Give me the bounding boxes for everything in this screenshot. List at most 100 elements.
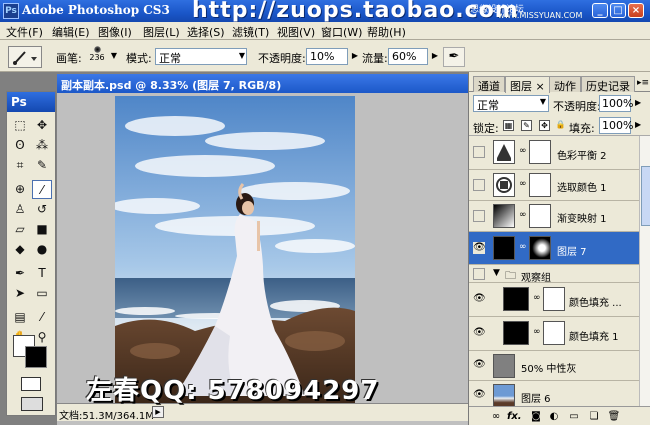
lock-pixels-icon[interactable]: ✎ bbox=[521, 120, 532, 131]
flow-dropdown-icon[interactable]: ▶ bbox=[429, 48, 441, 65]
close-button[interactable]: × bbox=[628, 3, 644, 18]
fill-input[interactable]: 100% bbox=[599, 117, 634, 134]
slice-tool-icon[interactable]: ✎ bbox=[32, 156, 52, 175]
menu-image[interactable]: 图像(I) bbox=[98, 24, 132, 40]
blend-mode-select[interactable]: 正常 ▼ bbox=[473, 95, 549, 112]
zoom-tool-icon[interactable]: ⚲ bbox=[32, 328, 52, 347]
tab-layers[interactable]: 图层 × bbox=[505, 76, 550, 93]
mode-select[interactable]: 正常 bbox=[155, 48, 247, 65]
pen-tool-icon[interactable]: ✒ bbox=[10, 264, 30, 283]
layer-opacity-input[interactable]: 100% bbox=[599, 95, 633, 112]
disclosure-triangle-icon[interactable]: ▼ bbox=[493, 268, 500, 278]
brush-tool-icon[interactable]: ⁄ bbox=[32, 180, 52, 199]
visibility-toggle[interactable] bbox=[473, 146, 485, 158]
dodge-tool-icon[interactable]: ● bbox=[32, 240, 52, 259]
path-select-icon[interactable]: ➤ bbox=[10, 284, 30, 303]
layer-row[interactable]: ∞ 选取颜色 1 bbox=[469, 170, 639, 201]
menu-window[interactable]: 窗口(W) bbox=[321, 24, 362, 40]
layer-row[interactable]: ∞ 色彩平衡 2 bbox=[469, 136, 639, 170]
tab-history[interactable]: 历史记录 bbox=[581, 76, 635, 93]
fill-thumb bbox=[503, 321, 529, 345]
layer-row[interactable]: 👁 50% 中性灰 bbox=[469, 351, 639, 381]
move-tool-icon[interactable]: ✥ bbox=[32, 116, 52, 135]
opacity-dropdown-icon[interactable]: ▶ bbox=[349, 48, 361, 65]
layer-group-row[interactable]: ▼ 🗀 观察组 bbox=[469, 265, 639, 284]
tab-close-icon[interactable]: × bbox=[536, 80, 545, 93]
visibility-toggle[interactable] bbox=[473, 268, 485, 280]
airbrush-icon[interactable]: ✒ bbox=[443, 47, 465, 67]
lock-all-icon[interactable]: 🔒 bbox=[555, 120, 566, 131]
tab-actions[interactable]: 动作 bbox=[549, 76, 581, 93]
eyedropper-icon[interactable]: ⁄ bbox=[32, 308, 52, 327]
brush-dropdown-icon[interactable]: ▼ bbox=[108, 48, 120, 65]
blur-tool-icon[interactable]: ◆ bbox=[10, 240, 30, 259]
trash-icon[interactable]: 🗑 bbox=[607, 410, 621, 423]
shape-tool-icon[interactable]: ▭ bbox=[32, 284, 52, 303]
qq-watermark: 左春QQ: 578094297 bbox=[86, 376, 380, 406]
menu-view[interactable]: 视图(V) bbox=[277, 24, 315, 40]
opacity-input[interactable]: 10% bbox=[306, 48, 348, 65]
eye-icon[interactable]: 👁 bbox=[473, 359, 486, 371]
eraser-tool-icon[interactable]: ▱ bbox=[10, 220, 30, 239]
options-bar: 画笔: 236 ▼ 模式: 正常 ▼ 不透明度: 10% ▶ 流量: 60% ▶… bbox=[0, 40, 650, 72]
clone-stamp-icon[interactable]: ♙ bbox=[10, 200, 30, 219]
selective-color-icon bbox=[496, 177, 512, 193]
layers-footer: ∞ fx. ◙ ◐ ▭ ❏ 🗑 bbox=[469, 406, 650, 425]
layer-row[interactable]: 👁 图层 6 bbox=[469, 381, 639, 406]
status-menu-icon[interactable]: ▶ bbox=[152, 406, 164, 418]
scrollbar-thumb[interactable] bbox=[641, 166, 650, 226]
eye-icon[interactable]: 👁 bbox=[473, 389, 486, 401]
crop-tool-icon[interactable]: ⌗ bbox=[10, 156, 30, 175]
visibility-toggle[interactable] bbox=[473, 210, 485, 222]
fill-slider-icon[interactable]: ▶ bbox=[635, 120, 641, 129]
menu-filter[interactable]: 滤镜(T) bbox=[232, 24, 269, 40]
tool-preset-picker[interactable] bbox=[8, 46, 42, 68]
history-brush-icon[interactable]: ↺ bbox=[32, 200, 52, 219]
magic-wand-icon[interactable]: ⁂ bbox=[32, 136, 52, 155]
background-color-swatch[interactable] bbox=[25, 346, 47, 368]
panel-menu-icon[interactable]: ▸≡ bbox=[637, 78, 649, 88]
menu-file[interactable]: 文件(F) bbox=[6, 24, 43, 40]
layer-row[interactable]: 👁 ∞ 颜色填充 ... bbox=[469, 283, 639, 317]
healing-brush-icon[interactable]: ⊕ bbox=[10, 180, 30, 199]
menu-help[interactable]: 帮助(H) bbox=[367, 24, 406, 40]
opacity-slider-icon[interactable]: ▶ bbox=[635, 98, 641, 107]
menu-layer[interactable]: 图层(L) bbox=[143, 24, 180, 40]
type-tool-icon[interactable]: T bbox=[32, 264, 52, 283]
lock-position-icon[interactable]: ✥ bbox=[539, 120, 550, 131]
new-layer-icon[interactable]: ❏ bbox=[587, 410, 601, 423]
notes-tool-icon[interactable]: ▤ bbox=[10, 308, 30, 327]
group-icon[interactable]: ▭ bbox=[567, 410, 581, 423]
eye-icon[interactable]: 👁 bbox=[473, 242, 486, 254]
lock-transparency-icon[interactable]: ▦ bbox=[503, 120, 514, 131]
menu-edit[interactable]: 编辑(E) bbox=[52, 24, 90, 40]
toolbox: Ps ⬚ ✥ ʘ ⁂ ⌗ ✎ ⊕ ⁄ ♙ ↺ ▱ ■ ◆ ● ✒ T ➤ ▭ ▤… bbox=[6, 91, 56, 416]
quick-mask-icon[interactable] bbox=[21, 377, 41, 391]
maximize-button[interactable]: □ bbox=[610, 3, 626, 18]
mask-icon[interactable]: ◙ bbox=[529, 410, 543, 423]
visibility-toggle[interactable] bbox=[473, 179, 485, 191]
lasso-tool-icon[interactable]: ʘ bbox=[10, 136, 30, 155]
tab-channels[interactable]: 通道 bbox=[473, 76, 505, 93]
layers-scrollbar[interactable] bbox=[639, 136, 650, 406]
layer-row[interactable]: 👁 ∞ 颜色填充 1 bbox=[469, 317, 639, 351]
bride-photo bbox=[115, 96, 355, 405]
fx-icon[interactable]: fx. bbox=[507, 410, 522, 423]
layer-row[interactable]: 👁 ∞ 图层 7 bbox=[469, 232, 639, 265]
flow-input[interactable]: 60% bbox=[388, 48, 428, 65]
mode-dropdown-icon[interactable]: ▼ bbox=[236, 48, 248, 65]
layer-row[interactable]: ∞ 渐变映射 1 bbox=[469, 201, 639, 232]
minimize-button[interactable]: _ bbox=[592, 3, 608, 18]
brush-picker[interactable]: 236 bbox=[86, 44, 108, 68]
gradient-tool-icon[interactable]: ■ bbox=[32, 220, 52, 239]
eye-icon[interactable]: 👁 bbox=[473, 293, 486, 305]
layer-name: 选取颜色 1 bbox=[557, 183, 607, 194]
photo-canvas[interactable] bbox=[115, 96, 355, 405]
adjustment-icon[interactable]: ◐ bbox=[547, 410, 561, 423]
fill-value: 100% bbox=[602, 119, 634, 132]
screen-mode-icon[interactable] bbox=[21, 397, 43, 411]
marquee-tool-icon[interactable]: ⬚ bbox=[10, 116, 30, 135]
menu-select[interactable]: 选择(S) bbox=[187, 24, 225, 40]
eye-icon[interactable]: 👁 bbox=[473, 327, 486, 339]
link-icon[interactable]: ∞ bbox=[489, 410, 503, 423]
